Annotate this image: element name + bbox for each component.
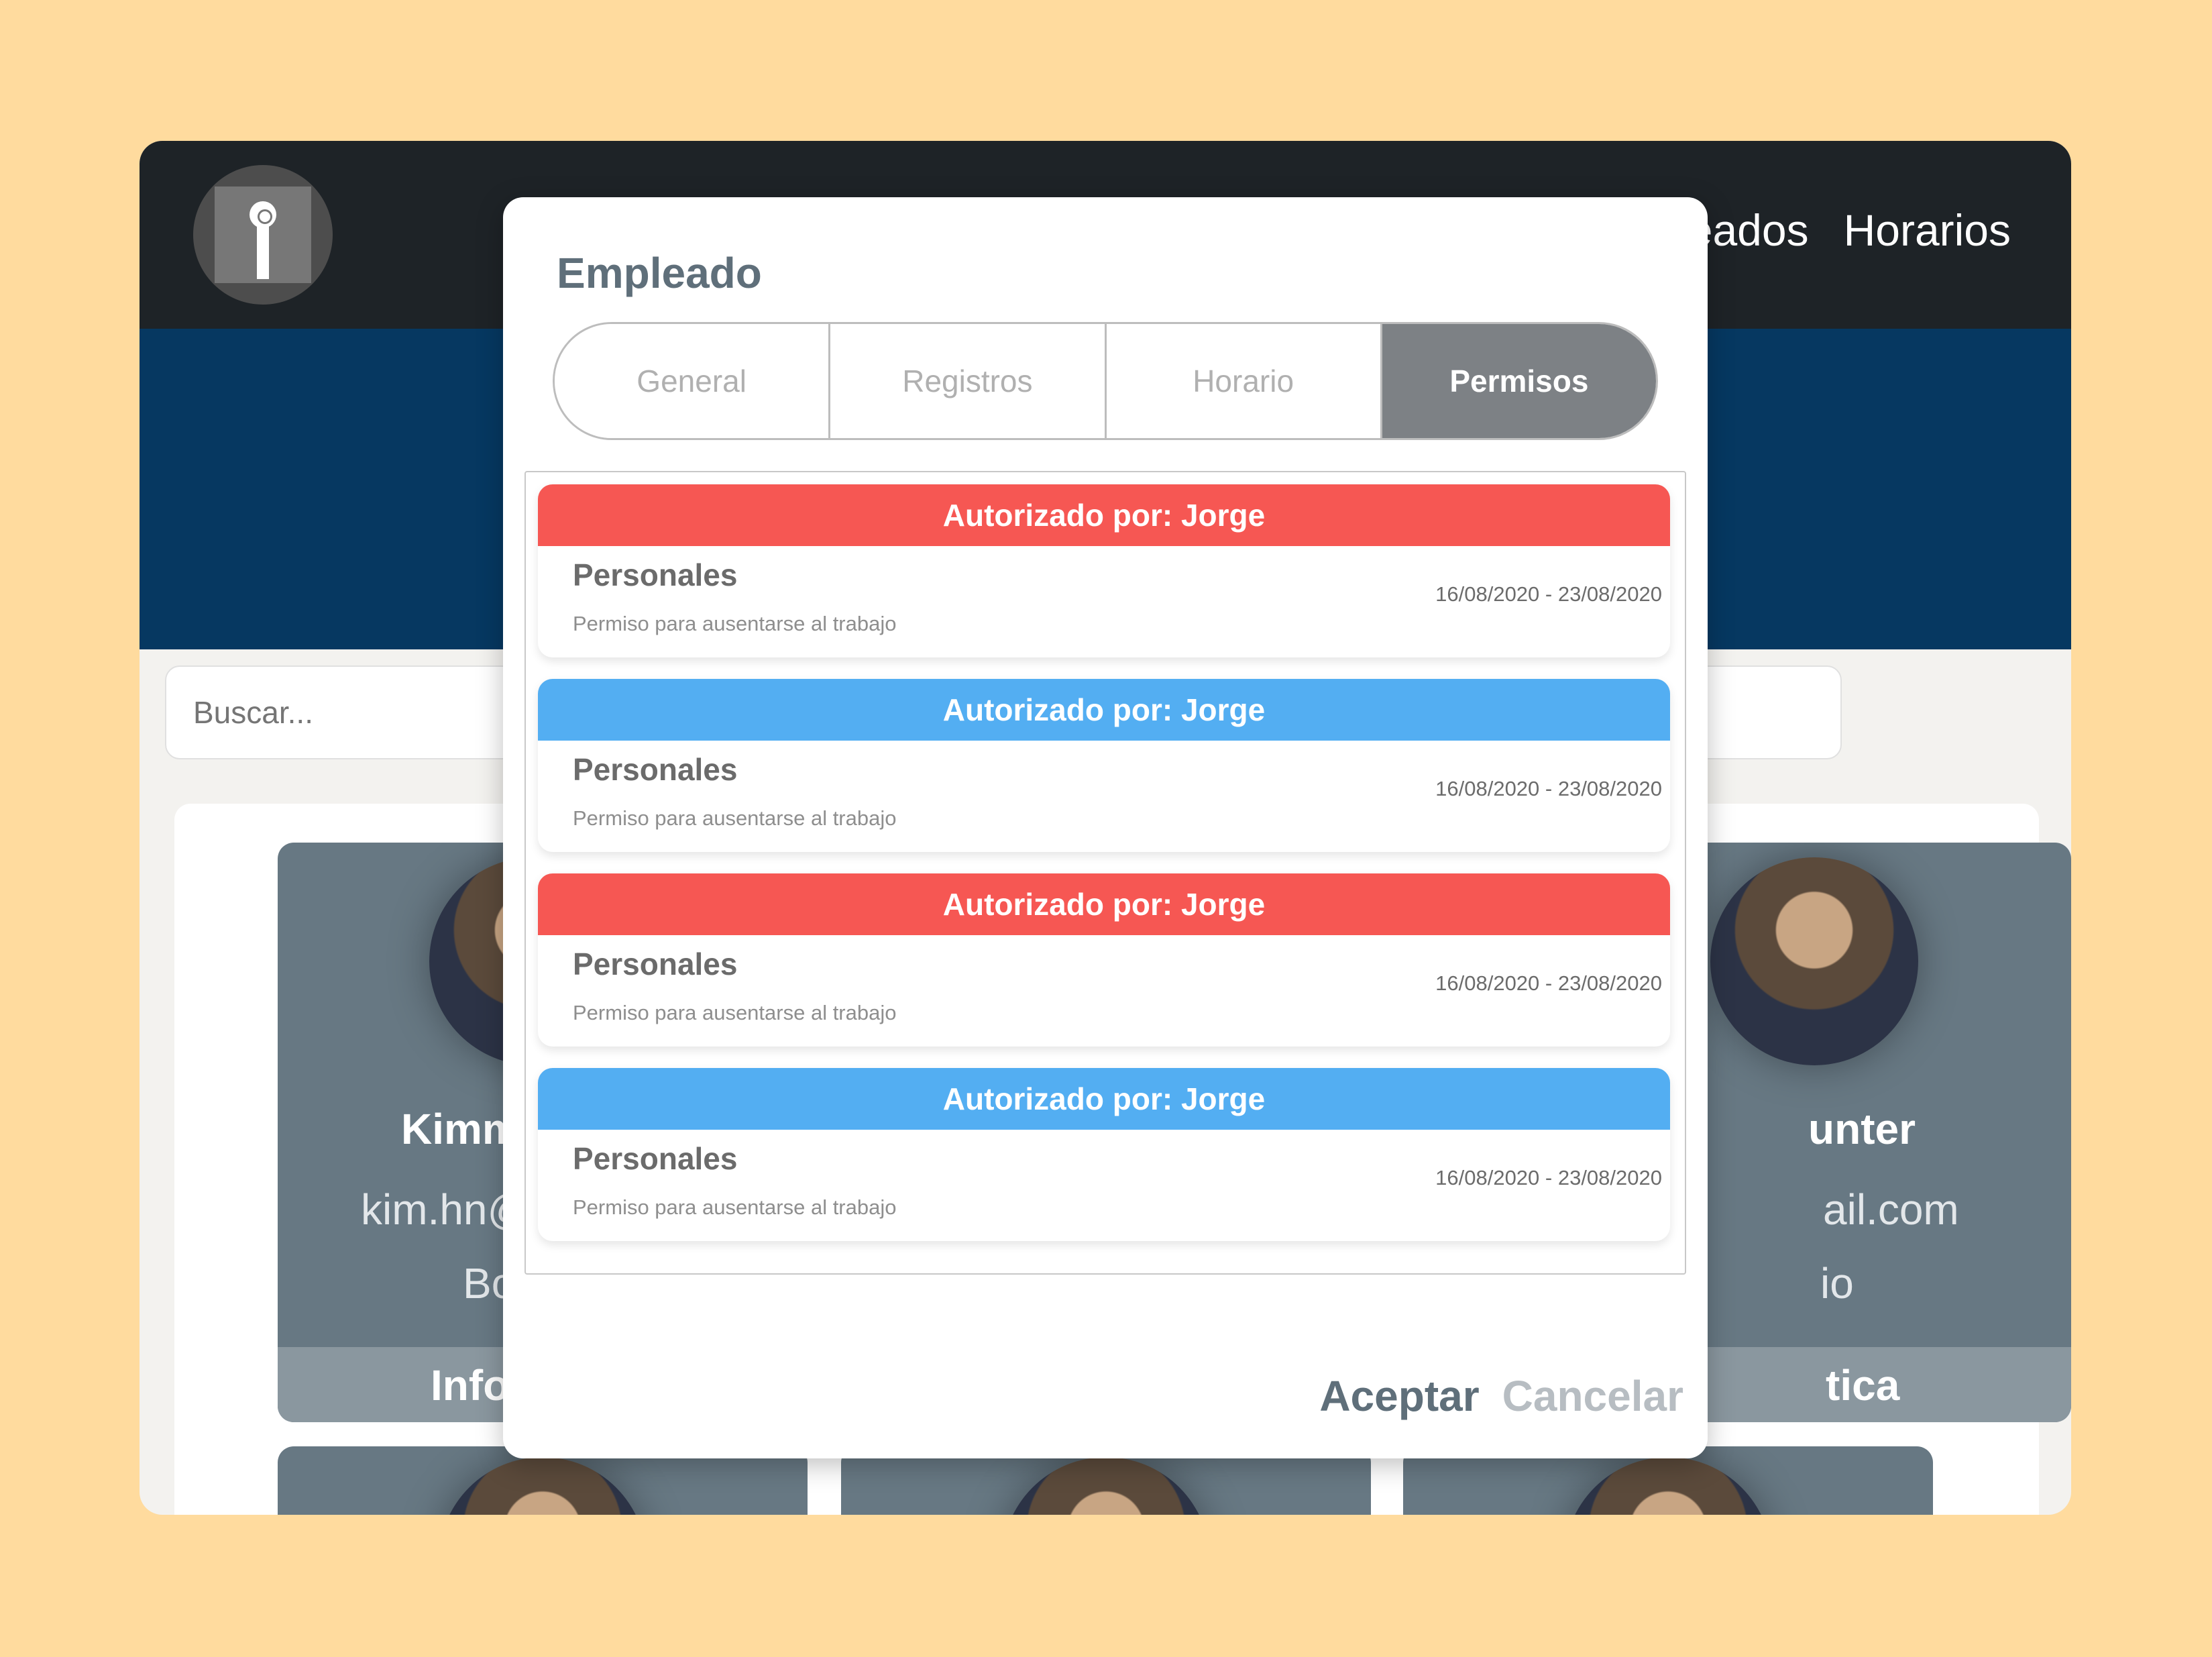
- permission-dates: 16/08/2020 - 23/08/2020: [1435, 582, 1662, 606]
- employee-modal: Empleado General Registros Horario Permi…: [503, 197, 1708, 1458]
- app-logo[interactable]: [193, 165, 333, 305]
- permission-type: Personales: [573, 557, 738, 592]
- employee-dept: io: [1820, 1259, 1854, 1307]
- permission-description: Permiso para ausentarse al trabajo: [573, 806, 897, 830]
- permission-header: Autorizado por: Jorge: [538, 1068, 1670, 1130]
- modal-actions: Aceptar Cancelar: [1319, 1371, 1683, 1421]
- permission-dates: 16/08/2020 - 23/08/2020: [1435, 971, 1662, 995]
- tab-horario[interactable]: Horario: [1106, 324, 1382, 438]
- tab-general[interactable]: General: [555, 324, 831, 438]
- avatar: [1002, 1457, 1210, 1515]
- cancel-button[interactable]: Cancelar: [1502, 1371, 1683, 1421]
- permission-header: Autorizado por: Jorge: [538, 873, 1670, 935]
- employee-name: unter: [1808, 1105, 1916, 1153]
- permission-card[interactable]: Autorizado por: Jorge Personales Permiso…: [538, 1068, 1670, 1241]
- permission-description: Permiso para ausentarse al trabajo: [573, 1195, 897, 1219]
- permission-card[interactable]: Autorizado por: Jorge Personales Permiso…: [538, 679, 1670, 852]
- permission-header: Autorizado por: Jorge: [538, 679, 1670, 741]
- permission-type: Personales: [573, 752, 738, 787]
- permission-card[interactable]: Autorizado por: Jorge Personales Permiso…: [538, 484, 1670, 657]
- fingerprint-key-icon: [215, 186, 311, 283]
- modal-tabs: General Registros Horario Permisos: [553, 322, 1658, 440]
- card-footer-label: Info: [431, 1361, 510, 1409]
- permission-description: Permiso para ausentarse al trabajo: [573, 1001, 897, 1024]
- permission-header: Autorizado por: Jorge: [538, 484, 1670, 546]
- permission-card[interactable]: Autorizado por: Jorge Personales Permiso…: [538, 873, 1670, 1047]
- permission-type: Personales: [573, 947, 738, 981]
- avatar: [439, 1457, 647, 1515]
- permission-dates: 16/08/2020 - 23/08/2020: [1435, 1166, 1662, 1189]
- accept-button[interactable]: Aceptar: [1319, 1371, 1479, 1421]
- modal-title: Empleado: [557, 249, 762, 297]
- employee-email: ail.com: [1823, 1185, 1959, 1234]
- permission-type: Personales: [573, 1141, 738, 1176]
- tab-registros[interactable]: Registros: [830, 324, 1107, 438]
- tab-permisos[interactable]: Permisos: [1382, 324, 1656, 438]
- nav-item-horarios[interactable]: Horarios: [1844, 205, 2011, 256]
- avatar: [1564, 1457, 1772, 1515]
- avatar: [1710, 857, 1918, 1065]
- permission-description: Permiso para ausentarse al trabajo: [573, 612, 897, 635]
- permission-dates: 16/08/2020 - 23/08/2020: [1435, 777, 1662, 800]
- card-footer-label: tica: [1826, 1361, 1900, 1409]
- permissions-list[interactable]: Autorizado por: Jorge Personales Permiso…: [524, 471, 1686, 1275]
